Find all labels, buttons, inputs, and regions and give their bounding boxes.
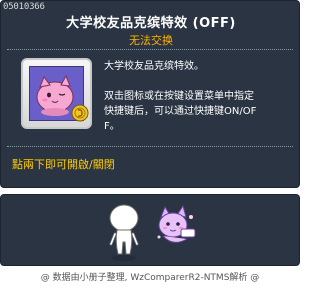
description-line: 双击图标或在按键设置菜单中指定: [104, 91, 254, 102]
item-title: 大学校友品克缤特效 (OFF): [66, 16, 236, 31]
item-icon-frame: [21, 58, 92, 129]
trade-status: 无法交换: [129, 34, 173, 47]
item-tooltip: 05010366 大学校友品克缤特效 (OFF) 无法交换 大学校友品克缤特效。…: [0, 0, 300, 188]
description-line: 大学校友品克缤特效。: [104, 61, 204, 72]
footer-credit: @ 数据由小册子整理, WzComparerR2-NTMS解析 @: [40, 273, 260, 283]
character-avatar: [109, 204, 139, 261]
item-description: 大学校友品克缤特效。 双击图标或在按键设置菜单中指定 快捷键后，可以通过快捷键O…: [104, 59, 294, 134]
divider-bottom: [7, 146, 293, 147]
avatar-preview-panel: [0, 194, 300, 266]
item-id: 05010366: [3, 2, 45, 12]
gold-coin-icon: [71, 104, 89, 122]
divider-top: [7, 49, 293, 50]
description-line: 快捷键后，可以通过快捷键ON/OF: [104, 106, 257, 117]
usage-hint: 點兩下即可開啟/關閉: [12, 158, 115, 171]
description-line: F。: [104, 121, 120, 132]
pink-bean-figure: [157, 204, 196, 243]
